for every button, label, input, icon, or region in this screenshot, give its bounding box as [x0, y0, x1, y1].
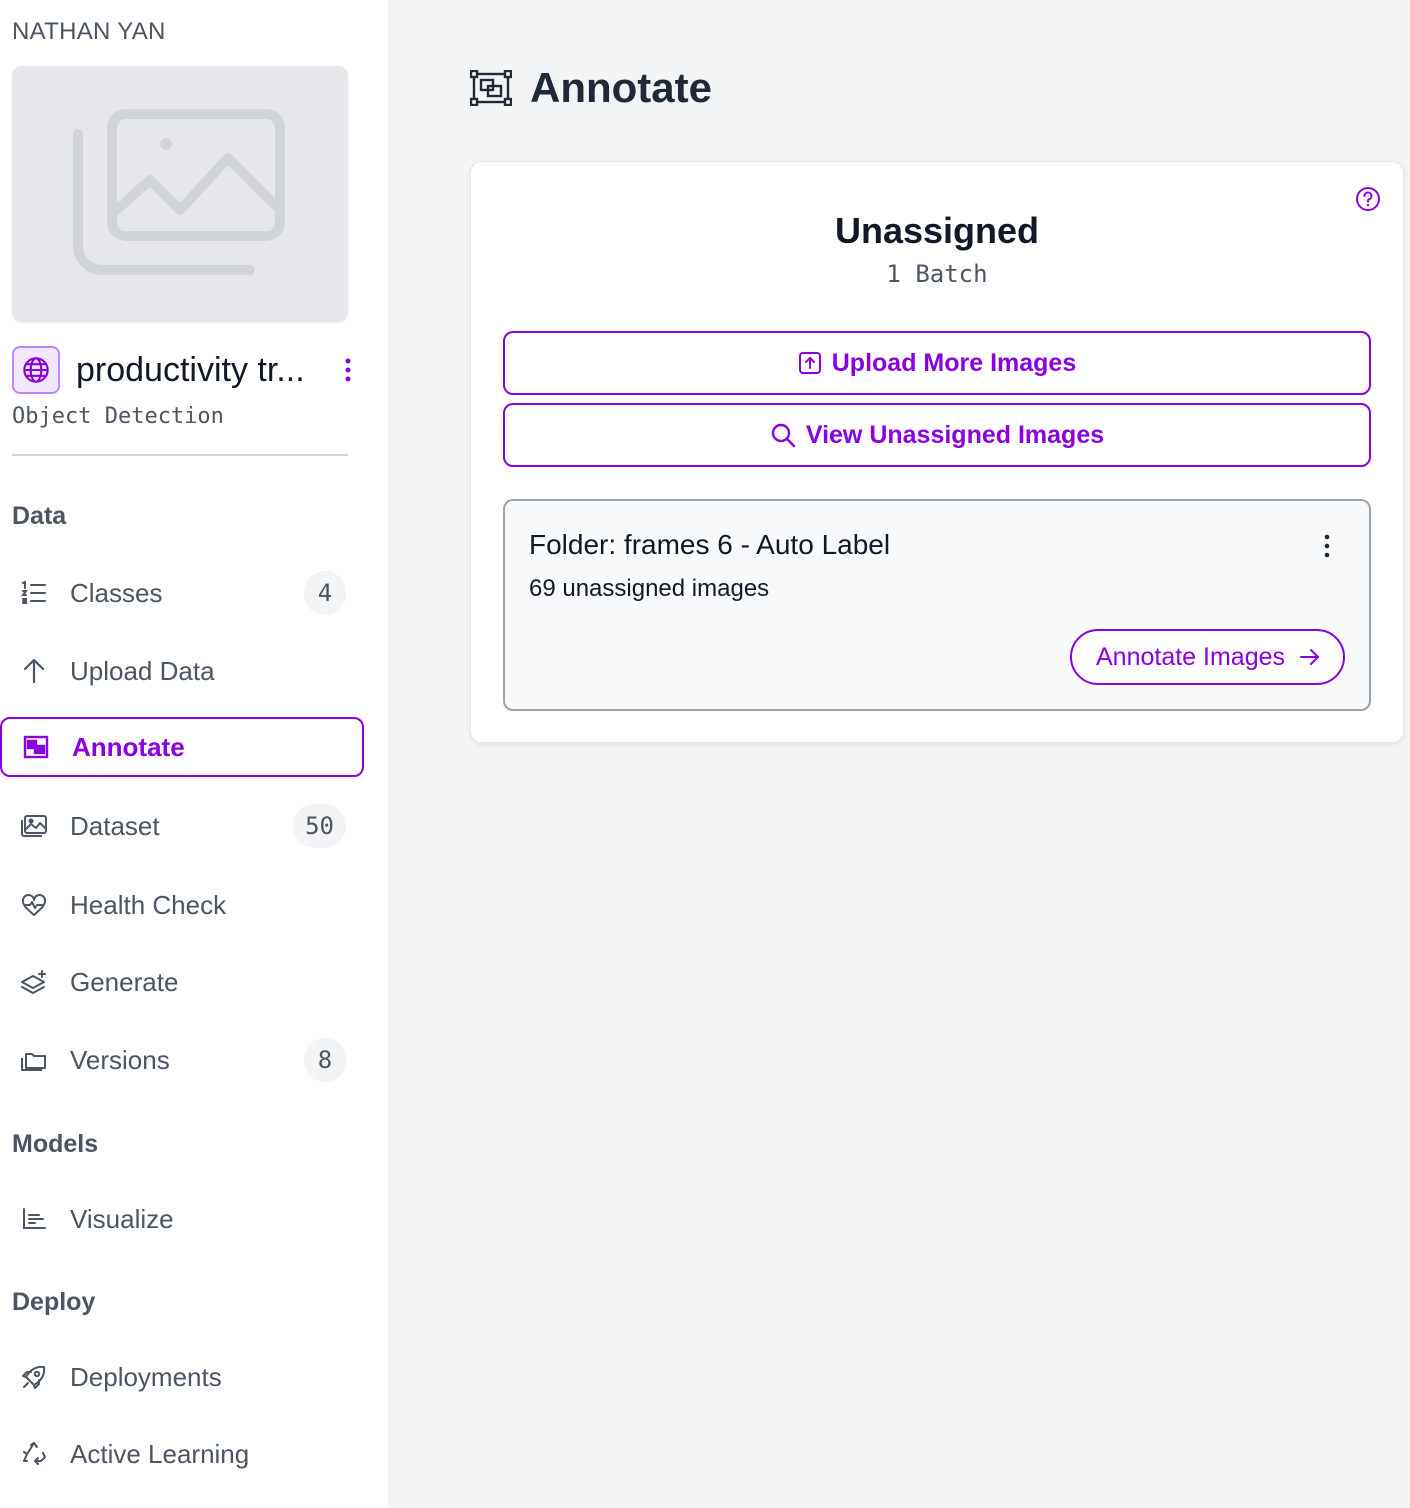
annotate-page-icon	[470, 70, 512, 106]
help-button[interactable]	[1355, 186, 1381, 212]
unassigned-card: Unassigned 1 Batch Upload More Images Vi…	[470, 161, 1404, 743]
app: NATHAN YAN productivity tr... Object Det…	[0, 0, 1410, 1508]
annotate-icon	[21, 732, 51, 762]
card-subtitle: 1 Batch	[886, 260, 988, 288]
section-title-deploy: Deploy	[12, 1288, 96, 1316]
folder-unassigned-count: 69 unassigned images	[529, 575, 770, 602]
upload-more-images-label: Upload More Images	[831, 348, 1077, 377]
folder-batch-card: Folder: frames 6 - Auto Label 69 unassig…	[503, 499, 1371, 711]
card-title: Unassigned	[834, 210, 1040, 251]
section-title-models: Models	[12, 1130, 99, 1158]
project-header: productivity tr...	[12, 346, 360, 394]
sidebar-item-upload-data[interactable]: Upload Data	[0, 641, 364, 701]
recycle-icon	[19, 1439, 49, 1469]
folder-title: Folder: frames 6 - Auto Label	[529, 529, 891, 560]
heart-pulse-icon	[19, 890, 49, 920]
project-menu-button[interactable]	[336, 350, 360, 390]
sidebar-item-dataset[interactable]: Dataset 50	[0, 796, 364, 856]
image-placeholder-icon	[73, 109, 285, 275]
project-globe-badge[interactable]	[12, 346, 60, 394]
versions-count-badge: 8	[304, 1038, 346, 1082]
folder-stack-icon	[19, 1045, 49, 1075]
project-name[interactable]: productivity tr...	[76, 351, 326, 390]
sidebar-item-label: Visualize	[70, 1203, 174, 1234]
sidebar-item-label: Health Check	[70, 889, 227, 920]
bar-chart-icon	[19, 1204, 49, 1234]
question-circle-icon	[1356, 187, 1380, 211]
section-title-data: Data	[12, 502, 67, 530]
list-ordered-icon	[19, 578, 49, 608]
layers-sparkle-icon	[19, 967, 49, 997]
sidebar-item-visualize[interactable]: Visualize	[0, 1189, 364, 1249]
sidebar-item-label: Generate	[70, 966, 179, 997]
dataset-count-badge: 50	[293, 804, 346, 848]
sidebar: NATHAN YAN productivity tr... Object Det…	[0, 0, 388, 1508]
sidebar-item-annotate[interactable]: Annotate	[0, 717, 364, 777]
sidebar-divider	[12, 454, 348, 456]
arrow-right-icon	[1300, 649, 1319, 665]
sidebar-item-versions[interactable]: Versions 8	[0, 1030, 364, 1090]
sidebar-item-label: Versions	[70, 1044, 170, 1075]
view-unassigned-images-button[interactable]: View Unassigned Images	[503, 403, 1371, 467]
page-title: Annotate	[530, 64, 712, 111]
sidebar-item-label: Upload Data	[70, 655, 215, 686]
more-vertical-icon	[345, 358, 351, 382]
rocket-icon	[19, 1362, 49, 1392]
view-unassigned-images-label: View Unassigned Images	[805, 420, 1105, 449]
project-thumbnail[interactable]	[12, 66, 348, 322]
sidebar-item-active-learning[interactable]: Active Learning	[0, 1424, 364, 1484]
more-vertical-icon	[1324, 534, 1330, 558]
annotate-images-label: Annotate Images	[1095, 642, 1285, 671]
annotate-images-button[interactable]: Annotate Images	[1069, 629, 1345, 685]
sidebar-item-health-check[interactable]: Health Check	[0, 875, 364, 935]
upload-box-icon	[798, 352, 821, 374]
sidebar-item-label: Deployments	[70, 1361, 222, 1392]
main-content: Annotate Unassigned 1 Batch Upload More …	[388, 0, 1410, 1508]
sidebar-item-label: Classes	[70, 577, 163, 608]
project-type: Object Detection	[12, 404, 224, 429]
classes-count-badge: 4	[304, 571, 346, 615]
sidebar-item-classes[interactable]: Classes 4	[0, 563, 364, 623]
folder-menu-button[interactable]	[1315, 531, 1339, 561]
sidebar-item-generate[interactable]: Generate	[0, 952, 364, 1012]
globe-icon	[23, 357, 49, 383]
workspace-name[interactable]: NATHAN YAN	[12, 18, 166, 46]
arrow-up-icon	[19, 656, 49, 686]
images-icon	[19, 811, 49, 841]
search-icon	[771, 423, 796, 448]
page-header: Annotate	[470, 62, 712, 114]
sidebar-item-deployments[interactable]: Deployments	[0, 1347, 364, 1407]
sidebar-item-label: Annotate	[72, 731, 185, 762]
sidebar-item-label: Dataset	[70, 810, 160, 841]
sidebar-item-label: Active Learning	[70, 1438, 250, 1469]
upload-more-images-button[interactable]: Upload More Images	[503, 331, 1371, 395]
